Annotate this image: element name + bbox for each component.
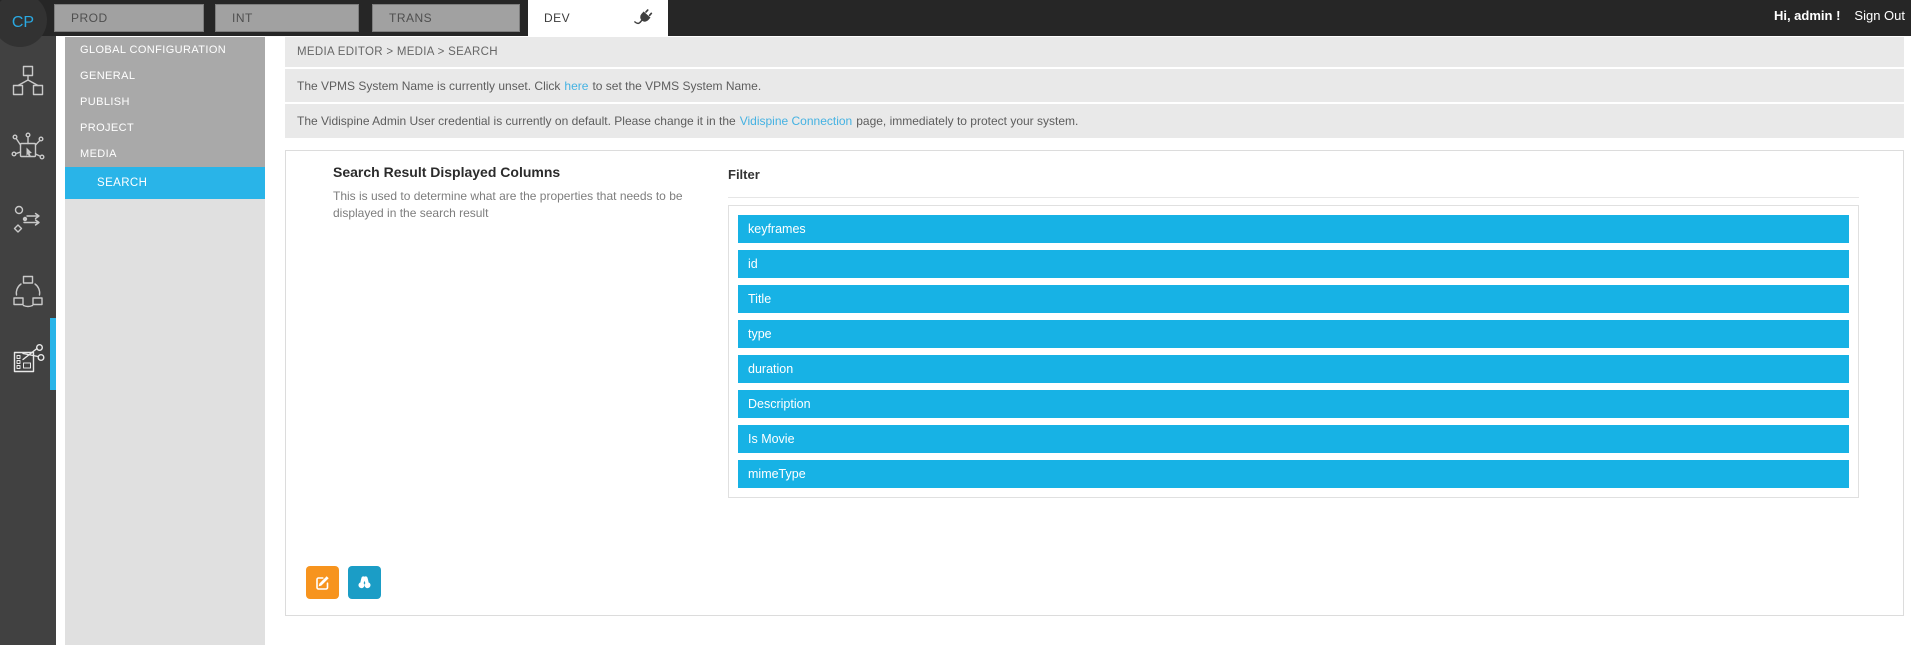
section-description: This is used to determine what are the p… xyxy=(333,188,701,223)
filter-item-id[interactable]: id xyxy=(738,250,1849,278)
interaction-icon[interactable] xyxy=(11,132,45,166)
filter-divider xyxy=(728,197,1859,198)
cp-logo-text: CP xyxy=(6,8,34,32)
top-bar: PROD INT TRANS DEV Hi, admin ! Sign Out xyxy=(0,0,1911,36)
sidebar-item-media[interactable]: MEDIA xyxy=(65,141,265,167)
filter-item-description[interactable]: Description xyxy=(738,390,1849,418)
find-button[interactable] xyxy=(348,566,381,599)
notice-vidispine-text-post: page, immediately to protect your system… xyxy=(856,114,1078,128)
icon-rail xyxy=(0,0,56,645)
binoculars-icon xyxy=(356,574,373,591)
modules-icon[interactable] xyxy=(11,64,45,98)
tab-int[interactable]: INT xyxy=(215,4,359,32)
sidebar-group: GLOBAL CONFIGURATION GENERAL PUBLISH PRO… xyxy=(65,37,265,167)
sidebar-item-global-configuration[interactable]: GLOBAL CONFIGURATION xyxy=(65,37,265,63)
notice-vpms: The VPMS System Name is currently unset.… xyxy=(285,69,1904,102)
tab-dev-label: DEV xyxy=(544,11,570,25)
tab-prod[interactable]: PROD xyxy=(54,4,204,32)
filter-item-duration[interactable]: duration xyxy=(738,355,1849,383)
workflow-icon[interactable] xyxy=(11,202,45,236)
section-title: Search Result Displayed Columns xyxy=(333,164,560,180)
plug-icon xyxy=(634,8,654,28)
filter-list: keyframes id Title type duration Descrip… xyxy=(728,205,1859,498)
breadcrumb: MEDIA EDITOR > MEDIA > SEARCH xyxy=(285,37,1904,67)
notice-vpms-text: The VPMS System Name is currently unset.… xyxy=(297,79,560,93)
filter-item-title[interactable]: Title xyxy=(738,285,1849,313)
sign-out-link[interactable]: Sign Out xyxy=(1854,8,1905,23)
sidebar-item-general[interactable]: GENERAL xyxy=(65,63,265,89)
notice-vidispine: The Vidispine Admin User credential is c… xyxy=(285,104,1904,138)
user-area: Hi, admin ! Sign Out xyxy=(1774,0,1905,36)
tab-trans[interactable]: TRANS xyxy=(372,4,520,32)
content-panel: Search Result Displayed Columns This is … xyxy=(285,150,1904,616)
sidebar-item-project[interactable]: PROJECT xyxy=(65,115,265,141)
distribution-icon[interactable] xyxy=(11,274,45,308)
filter-item-keyframes[interactable]: keyframes xyxy=(738,215,1849,243)
notice-vpms-text-post: to set the VPMS System Name. xyxy=(592,79,761,93)
edit-button[interactable] xyxy=(306,566,339,599)
sidebar-item-publish[interactable]: PUBLISH xyxy=(65,89,265,115)
tab-dev[interactable]: DEV xyxy=(528,0,668,36)
app-window: PROD INT TRANS DEV Hi, admin ! Sign Out xyxy=(0,0,1911,645)
active-rail-indicator xyxy=(50,318,56,390)
filter-item-is-movie[interactable]: Is Movie xyxy=(738,425,1849,453)
vpms-here-link[interactable]: here xyxy=(564,79,588,93)
sidebar-item-search-active[interactable]: SEARCH xyxy=(65,167,265,199)
edit-icon xyxy=(314,574,331,591)
filter-item-type[interactable]: type xyxy=(738,320,1849,348)
filter-item-mimetype[interactable]: mimeType xyxy=(738,460,1849,488)
vidispine-connection-link[interactable]: Vidispine Connection xyxy=(740,114,853,128)
notice-vidispine-text: The Vidispine Admin User credential is c… xyxy=(297,114,736,128)
media-editor-icon[interactable] xyxy=(11,342,45,376)
filter-label: Filter xyxy=(728,167,760,182)
sidebar: GLOBAL CONFIGURATION GENERAL PUBLISH PRO… xyxy=(65,37,265,645)
user-greeting: Hi, admin ! xyxy=(1774,8,1840,23)
